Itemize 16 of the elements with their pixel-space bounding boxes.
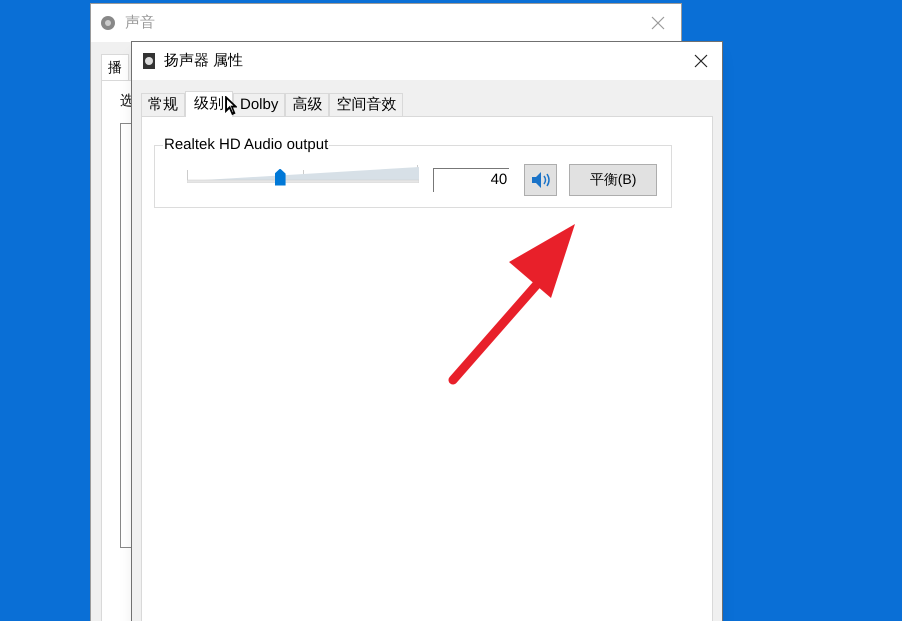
mute-button[interactable] [524,164,558,196]
speaker-icon [99,14,117,32]
tab[interactable]: 高级 [285,93,330,116]
tab[interactable]: Dolby [233,93,286,116]
speaker-icon [142,52,156,70]
tab[interactable]: 常规 [141,93,185,116]
slider-thumb[interactable] [274,168,286,186]
close-icon[interactable] [694,54,708,68]
window-title: 扬声器 属性 [164,50,244,71]
tab[interactable]: 播 [101,54,129,80]
tab[interactable]: 空间音效 [329,93,404,116]
group-label: Realtek HD Audio output [163,136,330,154]
volume-value-field[interactable]: 40 [433,168,510,192]
window-title: 声音 [125,12,156,33]
tab[interactable]: 级别 [185,91,233,117]
balance-button[interactable]: 平衡(B) [569,164,657,196]
